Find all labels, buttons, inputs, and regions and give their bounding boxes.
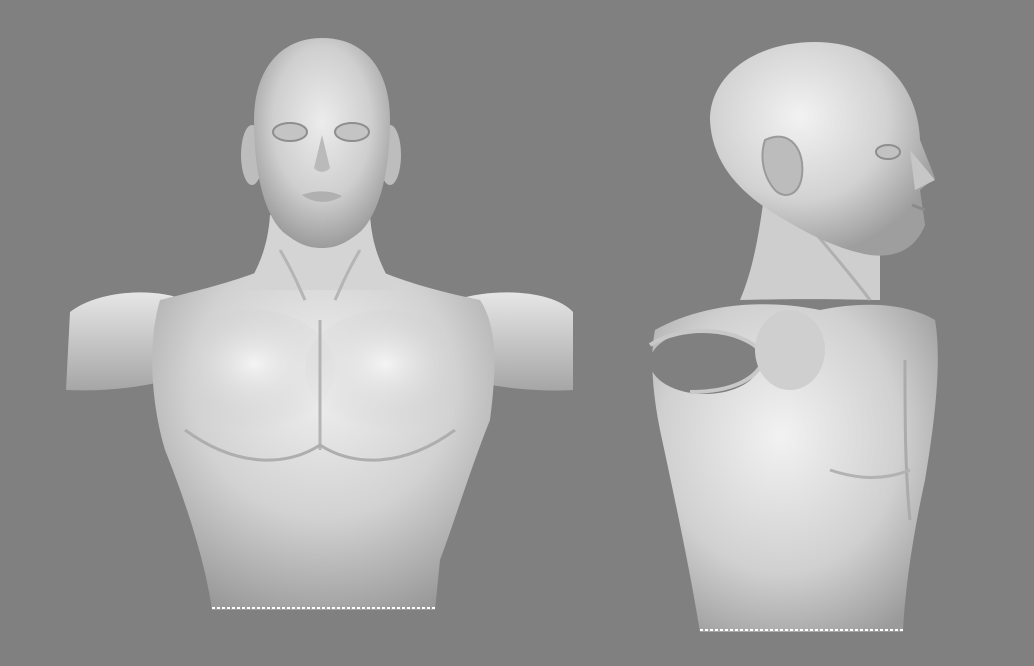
side-eye [875,144,901,160]
side-bust-model [648,42,938,632]
3d-viewport[interactable] [0,0,1034,666]
side-deltoid [755,310,825,390]
side-head [710,42,935,256]
